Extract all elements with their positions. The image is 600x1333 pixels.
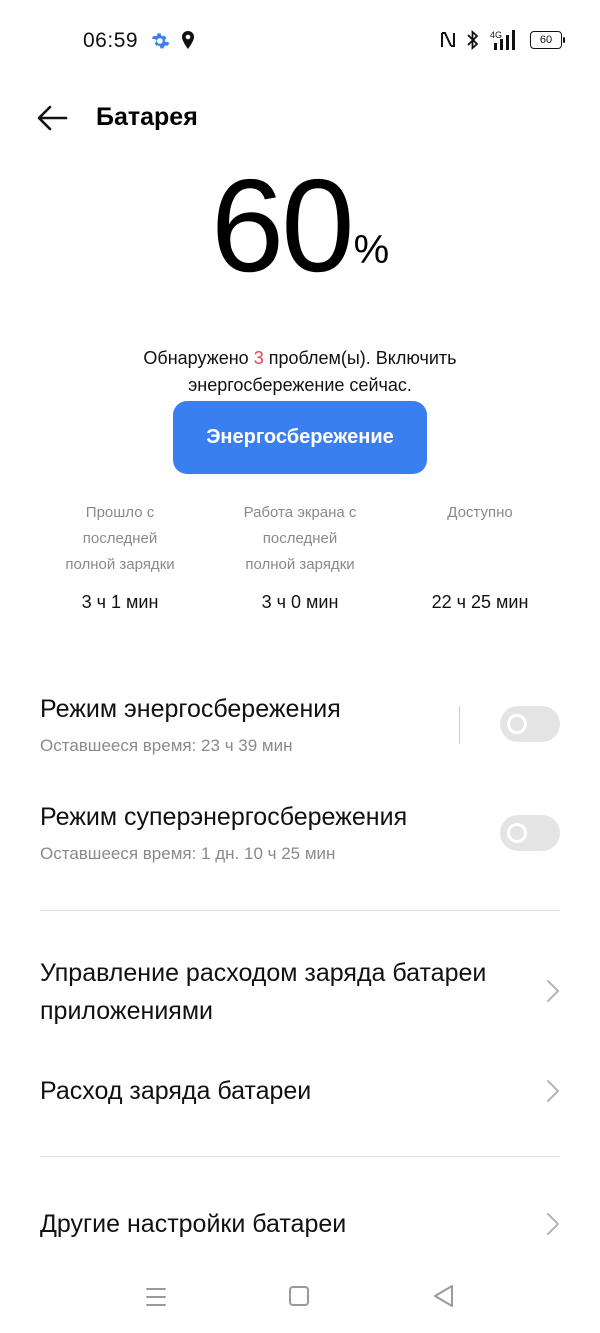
back-arrow-icon[interactable] bbox=[36, 103, 68, 133]
battery-level: 60 bbox=[539, 34, 553, 46]
battery-percent-sign: % bbox=[353, 228, 390, 272]
problems-line-1: Обнаружено 3 проблем(ы). Включить bbox=[0, 345, 600, 372]
page-title: Батарея bbox=[96, 103, 198, 131]
stat-available: Доступно 22 ч 25 мин bbox=[390, 500, 570, 613]
navigation-bar bbox=[0, 1270, 600, 1330]
location-pin-icon bbox=[182, 31, 194, 49]
power-saving-mode-remaining: Оставшееся время: 23 ч 39 мин bbox=[40, 736, 293, 755]
gear-icon bbox=[151, 33, 170, 49]
battery-usage-label: Расход заряда батареи bbox=[40, 1077, 312, 1105]
recent-apps-icon[interactable] bbox=[145, 1286, 167, 1308]
chevron-right-icon bbox=[547, 1080, 559, 1102]
stat-value: 3 ч 1 мин bbox=[81, 592, 159, 612]
super-power-saving-toggle[interactable] bbox=[500, 815, 560, 851]
problems-line-2: энергосбережение сейчас. bbox=[188, 375, 412, 395]
stat-label: Работа экрана с последней полной зарядки bbox=[243, 504, 357, 573]
chevron-right-icon bbox=[547, 980, 559, 1002]
battery-icon: 60 bbox=[530, 31, 565, 49]
battery-usage-row[interactable]: Расход заряда батареи bbox=[40, 1072, 560, 1110]
battery-stats: Прошло с последней полной зарядки 3 ч 1 … bbox=[30, 500, 570, 613]
app-battery-management-row[interactable]: Управление расходом заряда батареи прило… bbox=[40, 954, 560, 1030]
super-power-saving-mode-remaining: Оставшееся время: 1 дн. 10 ч 25 мин bbox=[40, 844, 336, 863]
network-type: 4G bbox=[490, 30, 502, 40]
bluetooth-icon bbox=[467, 30, 479, 50]
signal-icon: 4G bbox=[490, 30, 515, 50]
problems-prefix: Обнаружено bbox=[143, 348, 254, 368]
home-button-icon[interactable] bbox=[289, 1286, 309, 1306]
power-saving-toggle[interactable] bbox=[500, 706, 560, 742]
status-time: 06:59 bbox=[83, 29, 139, 52]
stat-screen-time: Работа экрана с последней полной зарядки… bbox=[210, 500, 390, 613]
stat-label: Доступно bbox=[447, 504, 513, 521]
super-power-saving-mode-title: Режим суперэнергосбережения bbox=[40, 803, 408, 831]
battery-percent: 60% bbox=[0, 160, 600, 292]
section-divider bbox=[40, 1156, 560, 1157]
super-power-saving-mode-row[interactable]: Режим суперэнергосбережения Оставшееся в… bbox=[40, 803, 560, 864]
toggle-knob bbox=[507, 714, 527, 734]
stat-value: 3 ч 0 мин bbox=[261, 592, 339, 612]
power-saving-button[interactable]: Энергосбережение bbox=[173, 401, 427, 474]
chevron-right-icon bbox=[547, 1213, 559, 1235]
stat-value: 22 ч 25 мин bbox=[431, 592, 529, 612]
problems-message: Обнаружено 3 проблем(ы). Включить энерго… bbox=[0, 345, 600, 399]
status-bar: 06:59 4G 60 bbox=[0, 0, 600, 80]
section-divider bbox=[40, 910, 560, 911]
problems-count: 3 bbox=[253, 348, 264, 368]
problems-suffix: проблем(ы). Включить bbox=[263, 348, 457, 368]
toggle-divider bbox=[459, 706, 460, 744]
nav-back-icon[interactable] bbox=[432, 1284, 454, 1308]
toggle-knob bbox=[507, 823, 527, 843]
status-icons: 4G 60 bbox=[440, 29, 565, 51]
power-saving-mode-row[interactable]: Режим энергосбережения Оставшееся время:… bbox=[40, 695, 560, 756]
stat-since-full-charge: Прошло с последней полной зарядки 3 ч 1 … bbox=[30, 500, 210, 613]
other-battery-settings-label: Другие настройки батареи bbox=[40, 1210, 347, 1238]
stat-label: Прошло с последней полной зарядки bbox=[65, 504, 175, 573]
app-battery-management-label: Управление расходом заряда батареи прило… bbox=[40, 959, 487, 1025]
other-battery-settings-row[interactable]: Другие настройки батареи bbox=[40, 1205, 560, 1243]
power-saving-mode-title: Режим энергосбережения bbox=[40, 695, 341, 723]
battery-percent-value: 60 bbox=[210, 152, 355, 299]
nfc-icon bbox=[441, 32, 455, 47]
